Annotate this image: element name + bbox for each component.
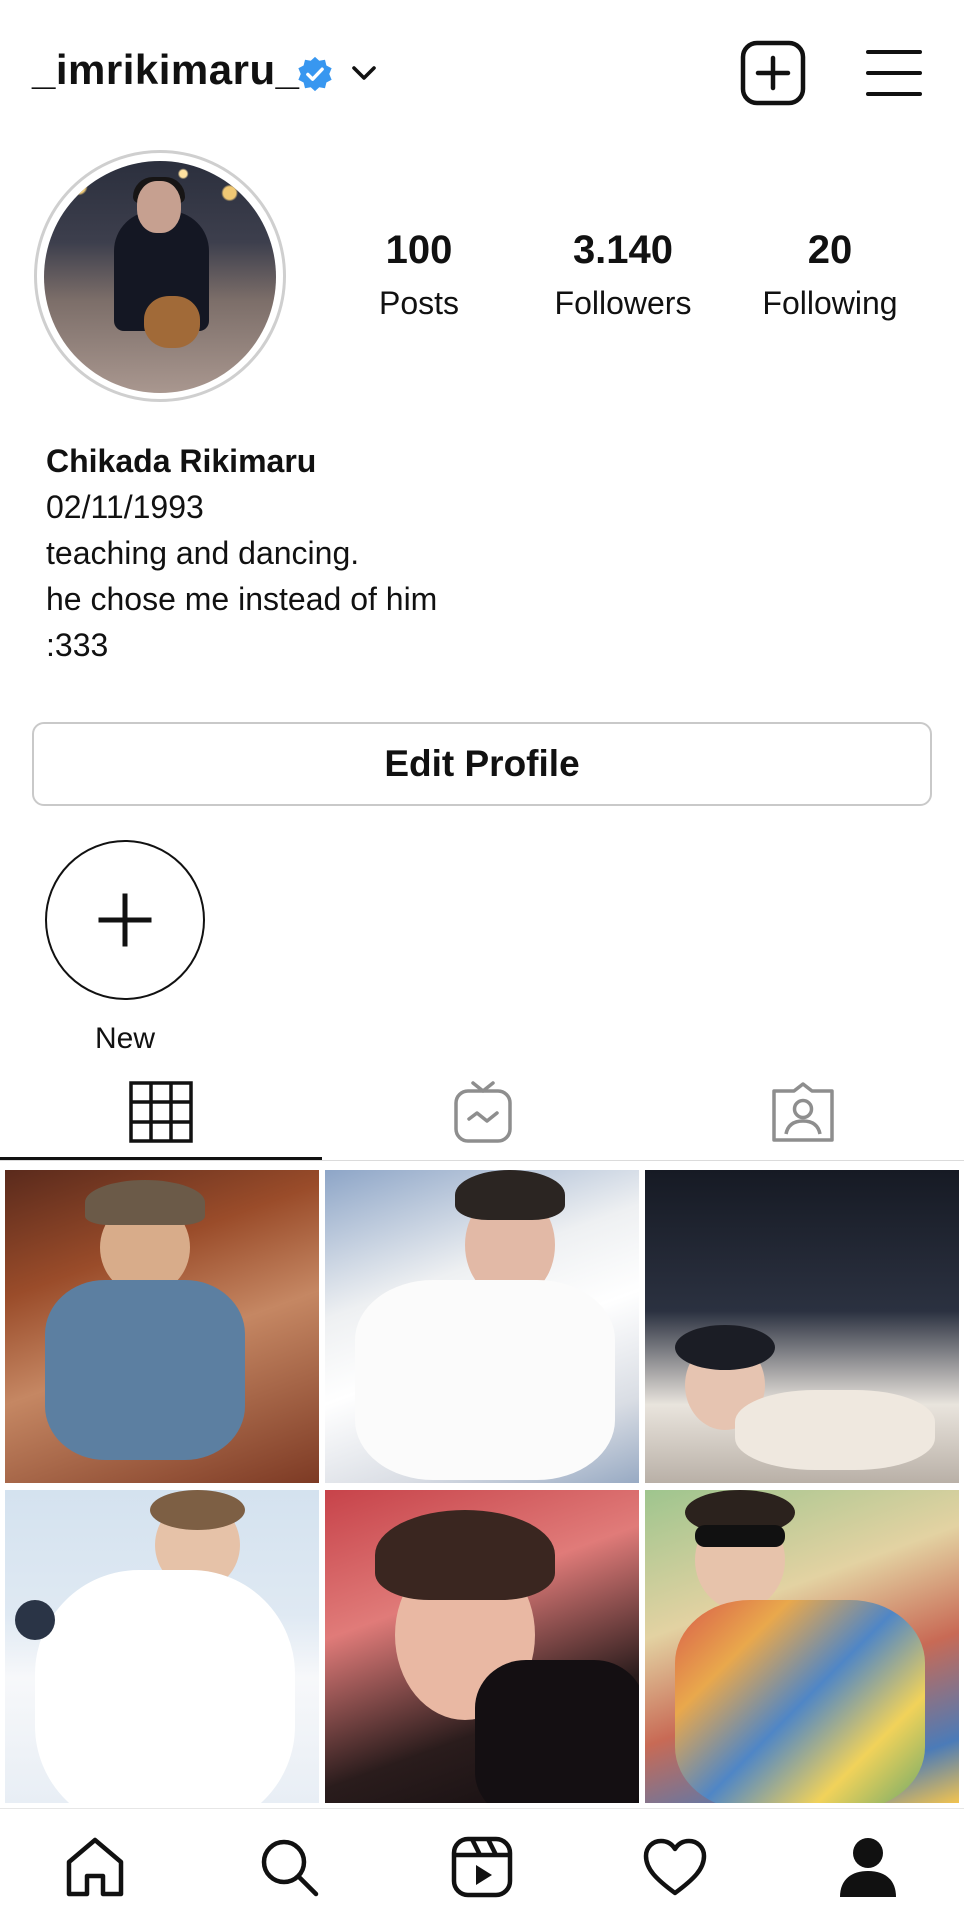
nav-profile-button[interactable] (833, 1832, 903, 1902)
reels-icon (451, 1836, 513, 1898)
post-thumbnail[interactable] (5, 1170, 319, 1483)
followers-count-value: 3.140 (572, 228, 674, 272)
menu-button[interactable] (866, 48, 922, 98)
tab-igtv[interactable] (322, 1062, 644, 1162)
new-highlight-button[interactable] (45, 840, 205, 1000)
bio-line: :333 (46, 627, 109, 663)
igtv-icon (454, 1081, 512, 1143)
post-thumbnail[interactable] (325, 1170, 639, 1483)
profile-display-name: Chikada Rikimaru (46, 443, 317, 479)
following-count-value: 20 (807, 228, 853, 272)
posts-count[interactable]: 100 Posts (334, 228, 504, 322)
nav-home-button[interactable] (60, 1832, 130, 1902)
bio-line: teaching and dancing. (46, 535, 360, 571)
bio-line: 02/11/1993 (46, 489, 204, 525)
tagged-person-icon (772, 1082, 834, 1142)
tab-posts-grid[interactable] (0, 1062, 322, 1162)
posts-count-label: Posts (378, 285, 460, 321)
verified-badge-icon (296, 55, 334, 93)
following-count-label: Following (762, 285, 898, 321)
profile-icon (840, 1838, 896, 1897)
nav-reels-button[interactable] (447, 1832, 517, 1902)
followers-count-label: Followers (554, 285, 692, 321)
profile-bio: Chikada Rikimaru 02/11/1993 teaching and… (46, 438, 437, 668)
post-thumbnail[interactable] (5, 1490, 319, 1803)
heart-icon (643, 1838, 707, 1896)
chevron-down-icon[interactable] (350, 62, 378, 84)
following-count[interactable]: 20 Following (745, 228, 915, 322)
edit-profile-button[interactable]: Edit Profile (32, 722, 932, 806)
plus-icon (98, 893, 152, 947)
post-thumbnail[interactable] (645, 1490, 959, 1803)
new-highlight-label: New (94, 1022, 155, 1055)
followers-count[interactable]: 3.140 Followers (538, 228, 708, 322)
plus-square-icon (740, 40, 806, 106)
posts-count-value: 100 (385, 228, 453, 272)
nav-activity-button[interactable] (640, 1832, 710, 1902)
tab-tagged[interactable] (642, 1062, 964, 1162)
bio-line: he chose me instead of him (46, 581, 438, 617)
tab-divider (0, 1160, 964, 1161)
nav-search-button[interactable] (254, 1832, 324, 1902)
post-thumbnail[interactable] (325, 1490, 639, 1803)
search-icon (261, 1839, 319, 1897)
new-post-button[interactable] (740, 40, 806, 106)
hamburger-menu-icon (866, 50, 922, 96)
home-icon (66, 1837, 124, 1897)
post-thumbnail[interactable] (645, 1170, 959, 1483)
username-title[interactable]: _imrikimaru_ (32, 46, 299, 94)
grid-icon (129, 1081, 193, 1143)
profile-avatar[interactable] (44, 161, 276, 393)
